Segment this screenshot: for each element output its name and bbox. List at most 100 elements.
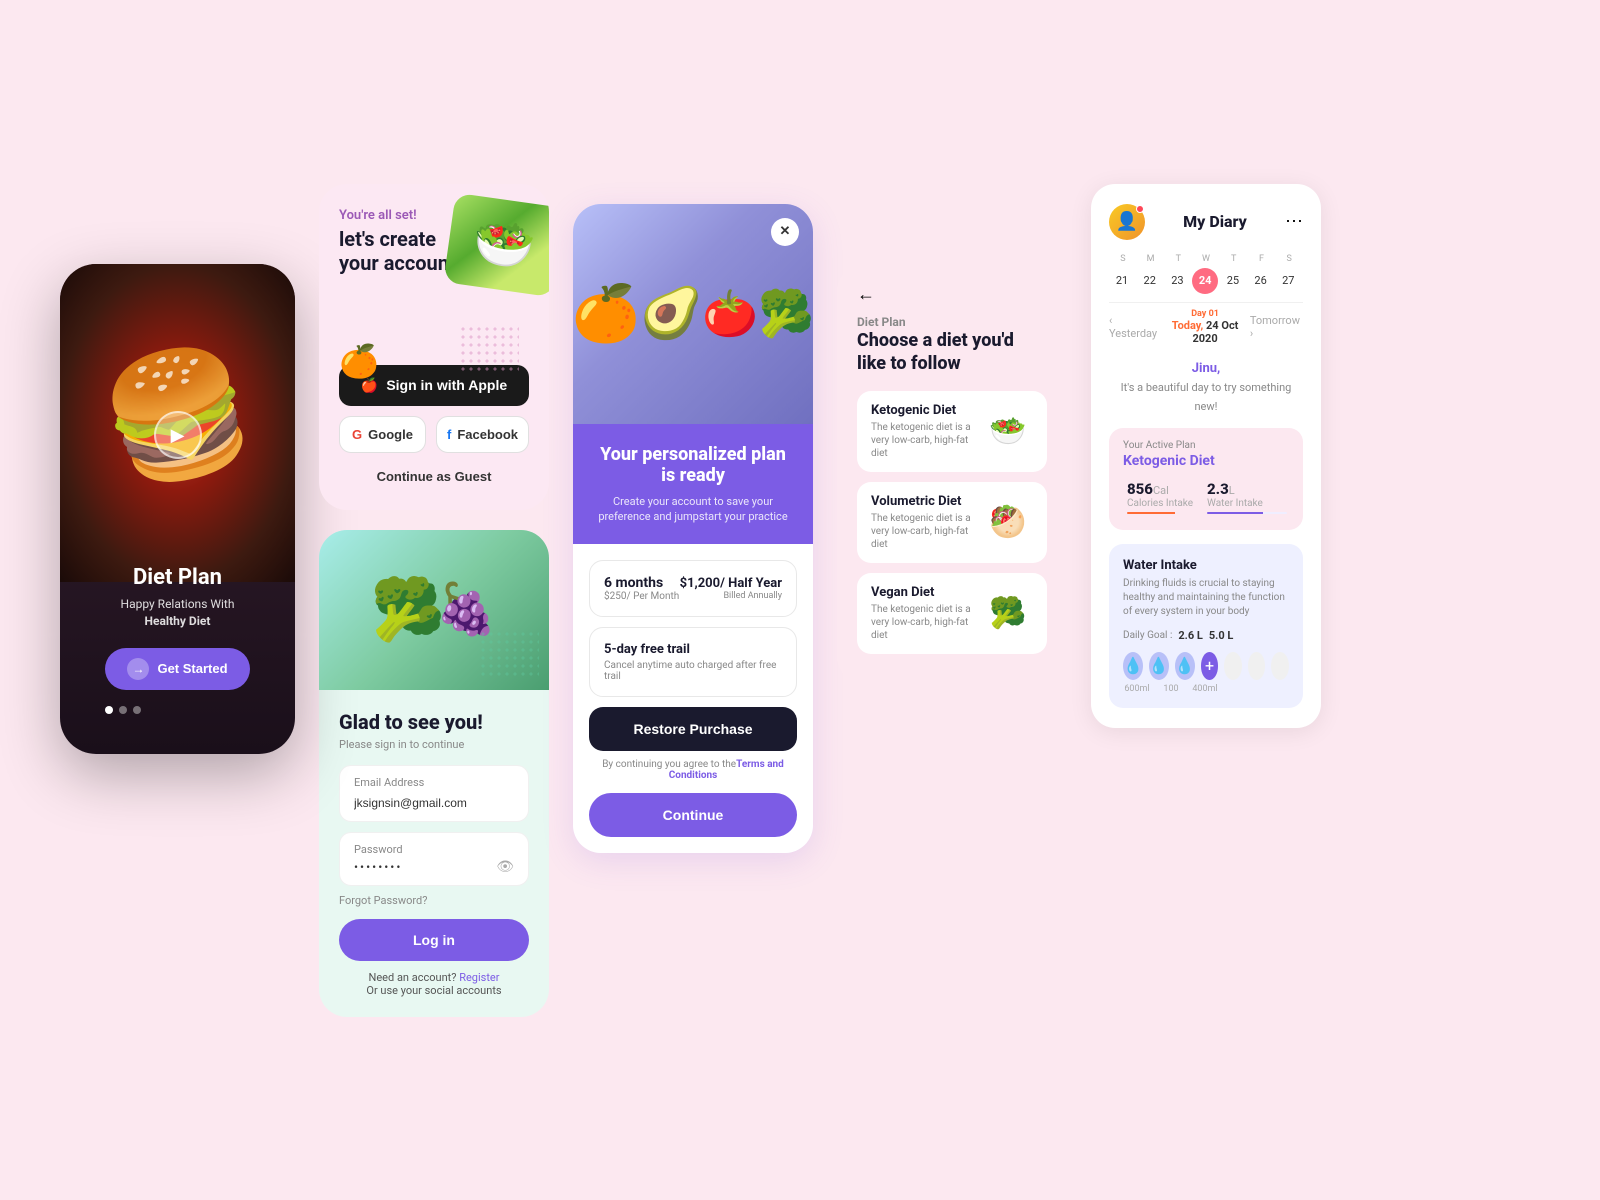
goal-val2: 5.0 L <box>1209 629 1234 642</box>
calories-bar <box>1127 512 1207 514</box>
tomorrow-button[interactable]: Tomorrow › <box>1250 314 1303 340</box>
close-button[interactable]: ✕ <box>771 218 799 246</box>
diary-navigation: ‹ Yesterday Day 01 Today, 24 Oct 2020 To… <box>1109 302 1303 345</box>
menu-icon[interactable]: ⋯ <box>1285 211 1303 232</box>
dots-pattern <box>459 325 519 375</box>
create-account-card: You're all set! let's createyour account… <box>319 184 549 510</box>
pricing-card: 🍊 🥑 🍅 🥦 ✕ Your personalized plan is read… <box>573 204 813 854</box>
forgot-password-link[interactable]: Forgot Password? <box>339 894 529 907</box>
salad-image: 🥗 <box>443 192 549 296</box>
diet-img-0: 🥗 <box>983 407 1033 457</box>
diet-choose-card: ← Diet Plan Choose a diet you'd like to … <box>837 264 1067 685</box>
cal-sat: S 27 <box>1275 254 1303 294</box>
login-subtitle: Please sign in to continue <box>339 738 529 751</box>
continue-button[interactable]: Continue <box>589 793 797 837</box>
glass-2[interactable]: 💧 <box>1149 652 1169 680</box>
diet-img-2: 🥦 <box>983 589 1033 639</box>
greeting-message: It's a beautiful day to try something ne… <box>1121 381 1292 413</box>
diet-desc-1: The ketogenic diet is a very low-carb, h… <box>871 512 983 551</box>
dot-1 <box>105 706 113 714</box>
google-button[interactable]: G Google <box>339 416 426 453</box>
diet-section-label: Diet Plan <box>857 315 1047 329</box>
free-trial-desc: Cancel anytime auto charged after free t… <box>604 660 782 682</box>
water-card-desc: Drinking fluids is crucial to staying he… <box>1123 577 1289 619</box>
plan-price-small: $250/ Per Month <box>604 591 679 602</box>
social-text: Or use your social accounts <box>366 984 501 997</box>
dot-2 <box>119 706 127 714</box>
diet-item-ketogenic[interactable]: Ketogenic Diet The ketogenic diet is a v… <box>857 391 1047 472</box>
login-card: 🥦 🍇 Glad to see you! Please sign in to c… <box>319 530 549 1017</box>
pricing-subtitle: Create your account to save your prefere… <box>593 494 793 525</box>
active-plan-card: Your Active Plan Ketogenic Diet 856Cal C… <box>1109 428 1303 530</box>
diary-title: My Diary <box>1183 212 1247 231</box>
password-toggle[interactable]: 👁 <box>496 859 514 875</box>
glass-5[interactable] <box>1224 652 1242 680</box>
pricing-title: Your personalized plan is ready <box>593 444 793 486</box>
diet-item-volumetric[interactable]: Volumetric Diet The ketogenic diet is a … <box>857 482 1047 563</box>
email-input[interactable] <box>354 796 514 810</box>
plan-name: 6 months <box>604 575 679 591</box>
water-labels: 600ml 100 400ml <box>1123 684 1289 694</box>
diary-greeting: Jinu, It's a beautiful day to try someth… <box>1109 357 1303 414</box>
diet-img-1: 🥙 <box>983 498 1033 548</box>
facebook-button[interactable]: f Facebook <box>436 416 529 453</box>
yesterday-button[interactable]: ‹ Yesterday <box>1109 314 1160 340</box>
water-value: 2.3 <box>1207 480 1229 498</box>
diary-card: 👤 My Diary ⋯ S 21 M 22 T 23 <box>1091 184 1321 728</box>
orange-image: 🍊 <box>339 342 379 380</box>
calories-stat: 856Cal Calories Intake <box>1127 479 1207 514</box>
calendar-week: S 21 M 22 T 23 W 24 T 25 <box>1109 254 1303 294</box>
active-plan-label: Your Active Plan <box>1123 440 1289 451</box>
cal-mon: M 22 <box>1137 254 1165 294</box>
cal-wed: W 24 <box>1192 254 1220 294</box>
diary-header: 👤 My Diary ⋯ <box>1109 204 1303 240</box>
plan-billing: Billed Annually <box>680 591 782 601</box>
plan-6months: 6 months $250/ Per Month $1,200/ Half Ye… <box>589 560 797 617</box>
pricing-column: 🍊 🥑 🍅 🥦 ✕ Your personalized plan is read… <box>573 204 813 854</box>
diary-column: 👤 My Diary ⋯ S 21 M 22 T 23 <box>1091 184 1321 728</box>
diet-item-vegan[interactable]: Vegan Diet The ketogenic diet is a very … <box>857 573 1047 654</box>
glass-1[interactable]: 💧 <box>1123 652 1143 680</box>
get-started-button[interactable]: → Get Started <box>105 648 249 690</box>
continue-guest-button[interactable]: Continue as Guest <box>339 463 529 490</box>
glass-3[interactable]: 💧 <box>1175 652 1195 680</box>
login-button[interactable]: Log in <box>339 919 529 961</box>
water-intake-card: Water Intake Drinking fluids is crucial … <box>1109 544 1303 708</box>
dot-3 <box>133 706 141 714</box>
play-button[interactable]: ▶ <box>154 411 202 459</box>
today-date: Today, 24 Oct 2020 <box>1160 319 1250 345</box>
water-goal-row: Daily Goal : 2.6 L 5.0 L <box>1123 629 1289 642</box>
password-label: Password <box>354 843 514 856</box>
glass-7[interactable] <box>1271 652 1289 680</box>
email-label: Email Address <box>354 776 514 789</box>
facebook-icon: f <box>447 427 451 442</box>
diet-choose-title: Choose a diet you'd like to follow <box>857 329 1047 376</box>
water-glasses-row: 💧 💧 💧 + <box>1123 652 1289 680</box>
cal-thu: T 25 <box>1220 254 1248 294</box>
cal-tue: T 23 <box>1164 254 1192 294</box>
user-avatar: 👤 <box>1109 204 1145 240</box>
daily-goal-label: Daily Goal : <box>1123 630 1172 641</box>
login-title: Glad to see you! <box>339 710 529 734</box>
food-image: 🥦 🍇 <box>319 530 549 690</box>
greeting-name: Jinu, <box>1192 361 1220 376</box>
google-icon: G <box>352 427 362 442</box>
pricing-header: Your personalized plan is ready Create y… <box>573 424 813 545</box>
back-button[interactable]: ← <box>857 284 875 305</box>
cal-value: 856 <box>1127 480 1153 498</box>
plan-price-main: $1,200/ Half Year <box>680 576 782 591</box>
active-plan-name: Ketogenic Diet <box>1123 453 1289 469</box>
restore-purchase-button[interactable]: Restore Purchase <box>589 707 797 751</box>
teal-dots <box>479 630 539 680</box>
register-link[interactable]: Register <box>459 971 499 984</box>
online-indicator <box>1136 205 1144 213</box>
add-glass-button[interactable]: + <box>1201 652 1219 680</box>
arrow-icon: → <box>127 658 149 680</box>
water-bar <box>1207 512 1287 514</box>
free-trial-name: 5-day free trail <box>604 642 782 657</box>
pricing-body: 6 months $250/ Per Month $1,200/ Half Ye… <box>573 544 813 853</box>
glass-6[interactable] <box>1248 652 1266 680</box>
phone1-screen: ▶ Diet Plan Happy Relations WithHealthy … <box>60 264 295 754</box>
diet-name-1: Volumetric Diet <box>871 494 983 509</box>
diet-name-2: Vegan Diet <box>871 585 983 600</box>
